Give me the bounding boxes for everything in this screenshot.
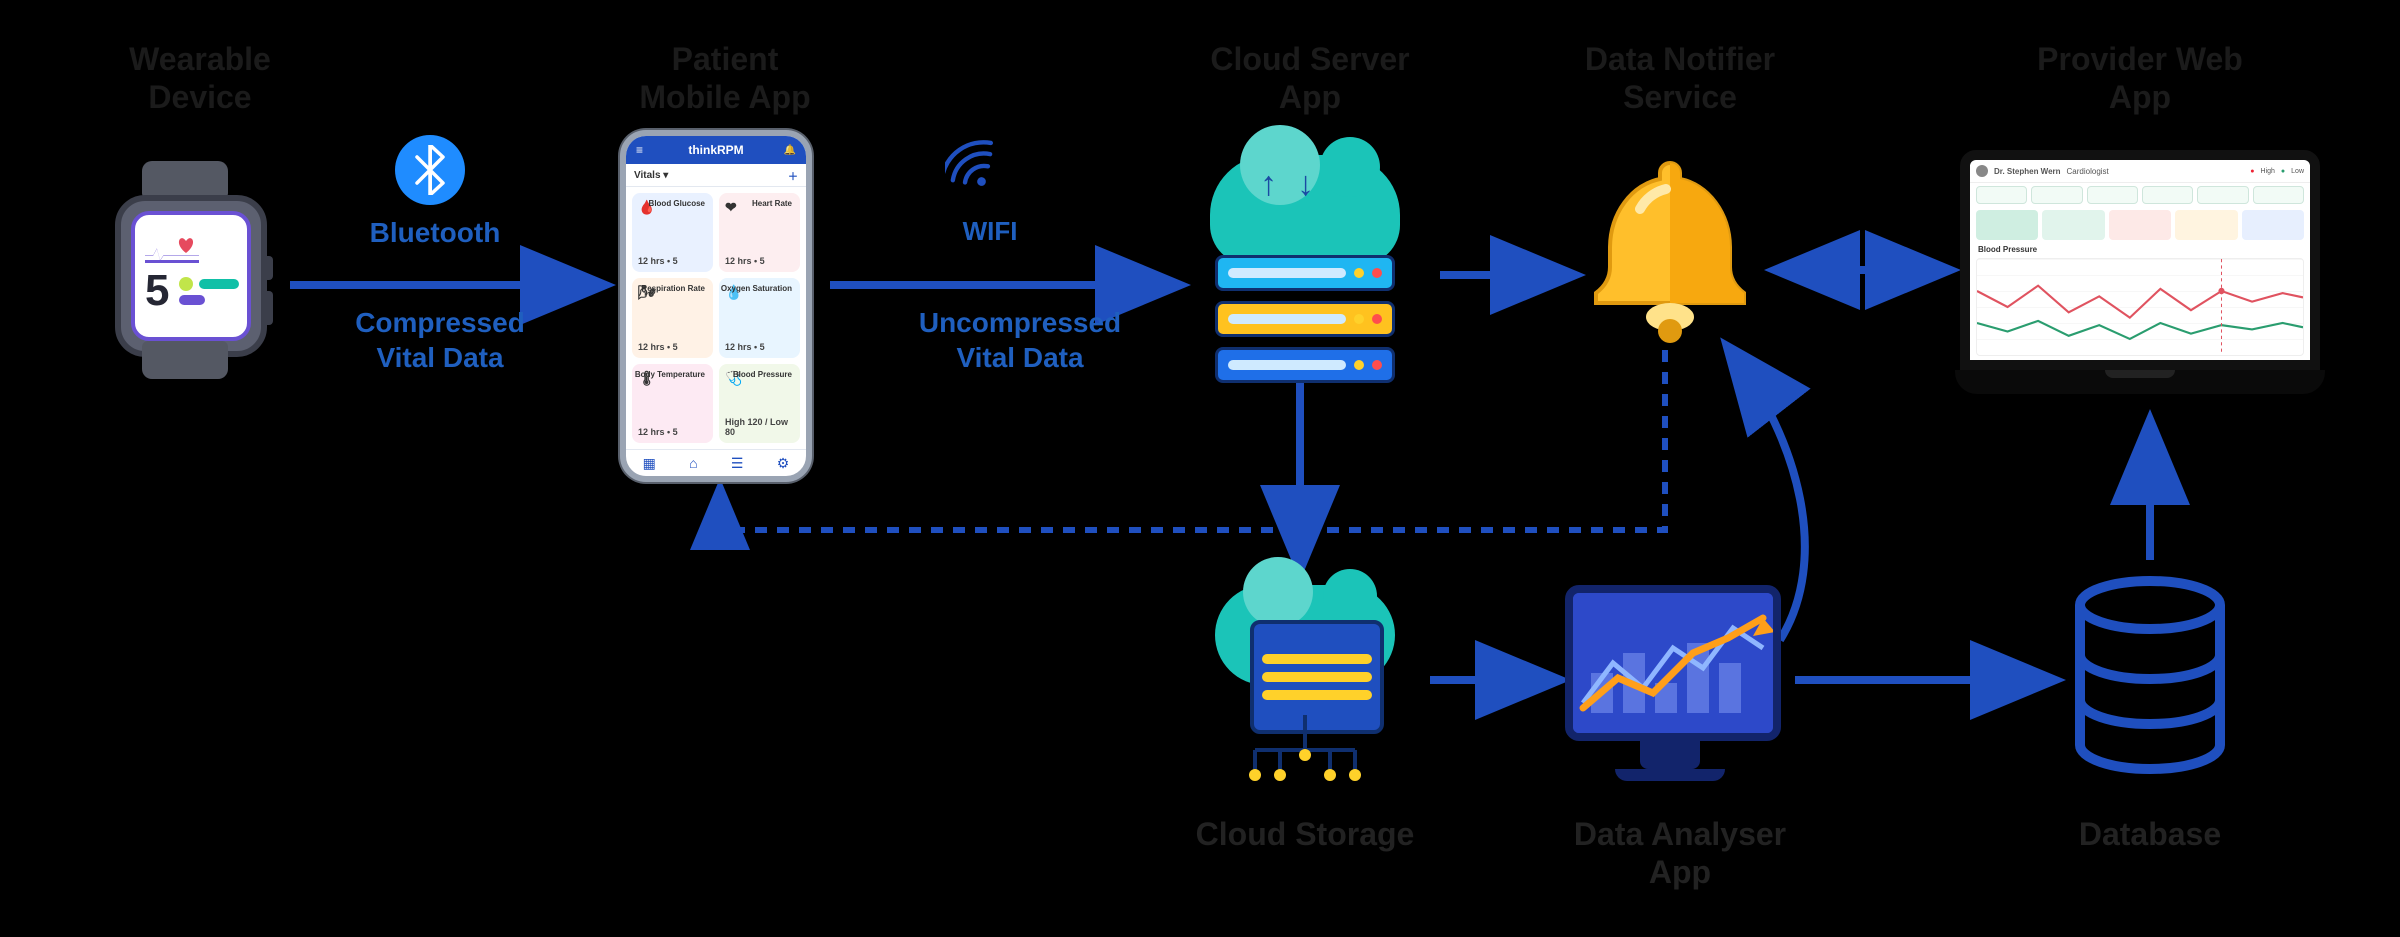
nav-icon: ⌂ [689, 455, 697, 471]
watch-reading: 5 [145, 269, 169, 313]
data-analyser-app-icon [1565, 585, 1775, 785]
nav-icon: ▦ [643, 455, 656, 472]
database-icon [2065, 575, 2235, 785]
data-notifier-service-icon [1580, 145, 1760, 345]
phone-vitals-grid: 🩸Blood Glucose12 hrs • 5❤Heart Rate12 hr… [626, 187, 806, 449]
phone-add-icon: ＋ [788, 168, 798, 183]
architecture-diagram: WearableDevice PatientMobile App Cloud S… [0, 0, 2400, 937]
webapp-doctor-role: Cardiologist [2067, 167, 2109, 176]
database-label: Database [2050, 815, 2250, 853]
webapp-doctor-name: Dr. Stephen Wern [1994, 167, 2061, 176]
notifier-label: Data NotifierService [1560, 40, 1800, 117]
phone-vital-tile: ❤Heart Rate12 hrs • 5 [719, 193, 800, 272]
phone-vital-tile: 🌬Respiration Rate12 hrs • 5 [632, 278, 713, 357]
webapp-chart-title: Blood Pressure [1970, 243, 2310, 254]
provider-web-app-icon: Dr. Stephen Wern Cardiologist ●High ●Low… [1955, 150, 2325, 400]
wifi-icon [945, 140, 1015, 190]
wearable-device-icon: 5 [105, 165, 265, 375]
nav-icon: ☰ [731, 455, 744, 472]
phone-subbar-left: Vitals ▾ [634, 170, 668, 181]
cloud-storage-icon [1195, 575, 1415, 795]
phone-vital-tile: 💧Oxygen Saturation12 hrs • 5 [719, 278, 800, 357]
bluetooth-icon [395, 135, 465, 205]
edge-wifi-proto: WIFI [930, 215, 1050, 248]
cloud-storage-label: Cloud Storage [1175, 815, 1435, 853]
wearable-label: WearableDevice [110, 40, 290, 117]
edge-bt-payload: CompressedVital Data [300, 305, 580, 375]
phone-vital-tile: 🌡Body Temperature12 hrs • 5 [632, 364, 713, 443]
patient-mobile-app-icon: thinkRPM Vitals ▾ ＋ 🩸Blood Glucose12 hrs… [620, 130, 812, 482]
phone-app-title: thinkRPM [626, 136, 806, 164]
cloud-server-app-icon: ↑↓ [1190, 155, 1420, 355]
mobile-label: PatientMobile App [625, 40, 825, 117]
phone-bottombar: ▦ ⌂ ☰ ⚙ [626, 449, 806, 476]
cloud-updown-icon: ↑↓ [1260, 165, 1314, 204]
connections-layer [0, 0, 2400, 937]
webapp-label: Provider WebApp [2010, 40, 2270, 117]
analyser-label: Data AnalyserApp [1550, 815, 1810, 892]
phone-vital-tile: 🩸Blood Glucose12 hrs • 5 [632, 193, 713, 272]
nav-icon: ⚙ [777, 455, 790, 472]
phone-vital-tile: 🩺Blood PressureHigh 120 / Low 80 [719, 364, 800, 443]
edge-bt-proto: Bluetooth [345, 215, 525, 250]
edge-wifi-payload: UncompressedVital Data [870, 305, 1170, 375]
webapp-chart [1976, 258, 2304, 356]
cloud-server-label: Cloud ServerApp [1190, 40, 1430, 117]
